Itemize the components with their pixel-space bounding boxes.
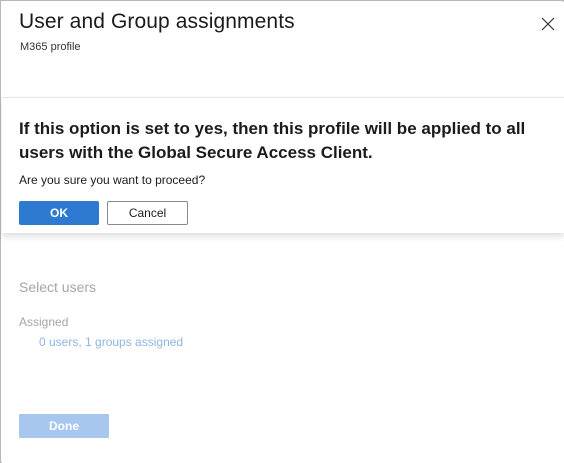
page-title: User and Group assignments [19,10,295,33]
panel-header: User and Group assignments M365 profile [2,2,564,97]
ok-button[interactable]: OK [19,201,99,225]
dialog-heading: If this option is set to yes, then this … [19,119,526,162]
confirmation-dialog: If this option is set to yes, then this … [2,97,564,233]
cancel-button[interactable]: Cancel [107,201,188,225]
done-button[interactable]: Done [19,414,109,438]
assigned-groups-link[interactable]: 0 users, 1 groups assigned [39,335,183,349]
page-subtitle: M365 profile [20,41,81,53]
section-heading: Select users [19,279,97,295]
close-button[interactable] [538,14,558,34]
blade-panel: User and Group assignments M365 profile … [0,0,564,463]
assigned-label: Assigned [19,315,69,329]
assignment-content: Select users Assigned 0 users, 1 groups … [2,233,564,463]
dialog-question: Are you sure you want to proceed? [19,173,206,187]
close-icon [538,14,558,34]
